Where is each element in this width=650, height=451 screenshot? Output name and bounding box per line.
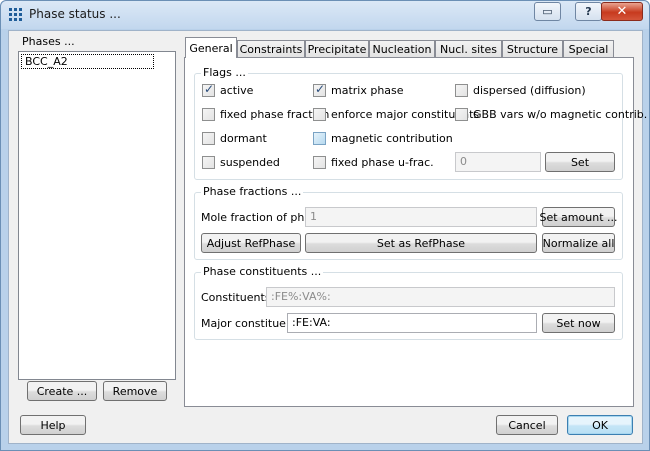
flags-title: Flags ...: [201, 66, 248, 79]
tab-label: Precipitate: [307, 42, 367, 56]
dormant-checkbox[interactable]: [202, 132, 215, 145]
set-button-label: Set: [570, 155, 590, 169]
dialog-client: Phases ... BCC_A2 Create ... Remove Gene…: [8, 30, 647, 444]
phase-constituents-title: Phase constituents ...: [201, 265, 324, 278]
active-checkbox[interactable]: [202, 82, 215, 97]
dispersed-label: dispersed (diffusion): [473, 84, 586, 97]
fixed-ufrac-checkbox[interactable]: [313, 156, 326, 169]
restore-icon: ▭: [542, 5, 553, 18]
ok-button[interactable]: OK: [567, 415, 633, 435]
create-button-label: Create ...: [36, 384, 88, 398]
help-title-button[interactable]: ?: [575, 2, 602, 21]
enforce-major-checkbox[interactable]: [313, 108, 326, 121]
adjust-refphase-button[interactable]: Adjust RefPhase: [201, 233, 301, 253]
constituents-input[interactable]: :FE%:VA%:: [266, 287, 615, 307]
adjust-refphase-label: Adjust RefPhase: [206, 236, 296, 250]
window-title: Phase status ...: [29, 7, 121, 21]
constituents-label: Constituents:: [201, 291, 275, 304]
tab-label: Nucleation: [372, 42, 432, 56]
tab-nucl-sites[interactable]: Nucl. sites: [435, 40, 502, 57]
magnetic-contribution-label: magnetic contribution: [331, 132, 453, 145]
fixed-ufrac-label: fixed phase u-frac.: [331, 156, 434, 169]
phases-list[interactable]: BCC_A2: [18, 51, 176, 380]
restore-button[interactable]: ▭: [534, 2, 561, 21]
set-now-label: Set now: [556, 316, 601, 330]
tab-label: Nucl. sites: [440, 42, 497, 56]
set-amount-label: Set amount ...: [539, 210, 618, 224]
matrix-phase-checkbox[interactable]: [313, 82, 326, 97]
tab-structure[interactable]: Structure: [502, 40, 563, 57]
tab-label: Structure: [506, 42, 559, 56]
flags-group: Flags ... active matrix phase dispersed …: [194, 66, 647, 180]
remove-button-label: Remove: [112, 384, 158, 398]
normalize-all-label: Normalize all: [542, 236, 615, 250]
suspended-label: suspended: [220, 156, 280, 169]
set-as-refphase-button[interactable]: Set as RefPhase: [305, 233, 537, 253]
set-now-button[interactable]: Set now: [542, 313, 615, 333]
tab-special[interactable]: Special: [563, 40, 614, 57]
ufrac-input[interactable]: 0: [455, 152, 541, 172]
cancel-button[interactable]: Cancel: [496, 415, 558, 435]
set-as-refphase-label: Set as RefPhase: [376, 236, 466, 250]
tab-precipitate[interactable]: Precipitate: [305, 40, 369, 57]
phase-fractions-group: Phase fractions ... Mole fraction of pha…: [194, 185, 623, 260]
help-button[interactable]: Help: [20, 415, 86, 435]
list-item[interactable]: BCC_A2: [21, 54, 154, 69]
dialog-window: Phase status ... ▭ ? ✕ Phases ... BCC_A2…: [0, 0, 650, 451]
tab-constraints[interactable]: Constraints: [237, 40, 305, 57]
help-button-label: Help: [40, 418, 66, 432]
matrix-phase-label: matrix phase: [331, 84, 404, 97]
gbb-vars-label: GBB vars w/o magnetic contrib.: [473, 108, 648, 121]
close-icon: ✕: [616, 4, 628, 19]
title-bar[interactable]: Phase status ... ▭ ? ✕: [1, 1, 649, 29]
suspended-checkbox[interactable]: [202, 156, 215, 169]
ok-button-label: OK: [592, 418, 608, 432]
close-button[interactable]: ✕: [601, 2, 643, 21]
normalize-all-button[interactable]: Normalize all: [542, 233, 615, 253]
phase-constituents-group: Phase constituents ... Constituents: :FE…: [194, 265, 623, 340]
tab-label: Special: [568, 42, 609, 56]
mole-fraction-input[interactable]: 1: [305, 207, 537, 227]
tab-label: Constraints: [239, 42, 303, 56]
phases-label: Phases ...: [22, 35, 75, 48]
fixed-phase-fraction-checkbox[interactable]: [202, 108, 215, 121]
major-constituents-input[interactable]: :FE:VA:: [287, 313, 537, 333]
question-icon: ?: [585, 5, 592, 18]
tab-label: General: [189, 41, 233, 55]
active-label: active: [220, 84, 254, 97]
dispersed-checkbox[interactable]: [455, 84, 468, 97]
dormant-label: dormant: [220, 132, 267, 145]
app-icon: [9, 8, 23, 22]
gbb-vars-checkbox[interactable]: [455, 108, 468, 121]
phase-fractions-title: Phase fractions ...: [201, 185, 304, 198]
cancel-button-label: Cancel: [508, 418, 546, 432]
tab-general[interactable]: General: [185, 37, 237, 58]
tab-nucleation[interactable]: Nucleation: [369, 40, 435, 57]
set-amount-button[interactable]: Set amount ...: [539, 207, 618, 227]
magnetic-contribution-checkbox[interactable]: [313, 132, 326, 145]
set-button[interactable]: Set: [545, 152, 615, 172]
create-button[interactable]: Create ...: [27, 381, 97, 401]
remove-button[interactable]: Remove: [103, 381, 167, 401]
general-panel: Flags ... active matrix phase dispersed …: [184, 57, 647, 407]
